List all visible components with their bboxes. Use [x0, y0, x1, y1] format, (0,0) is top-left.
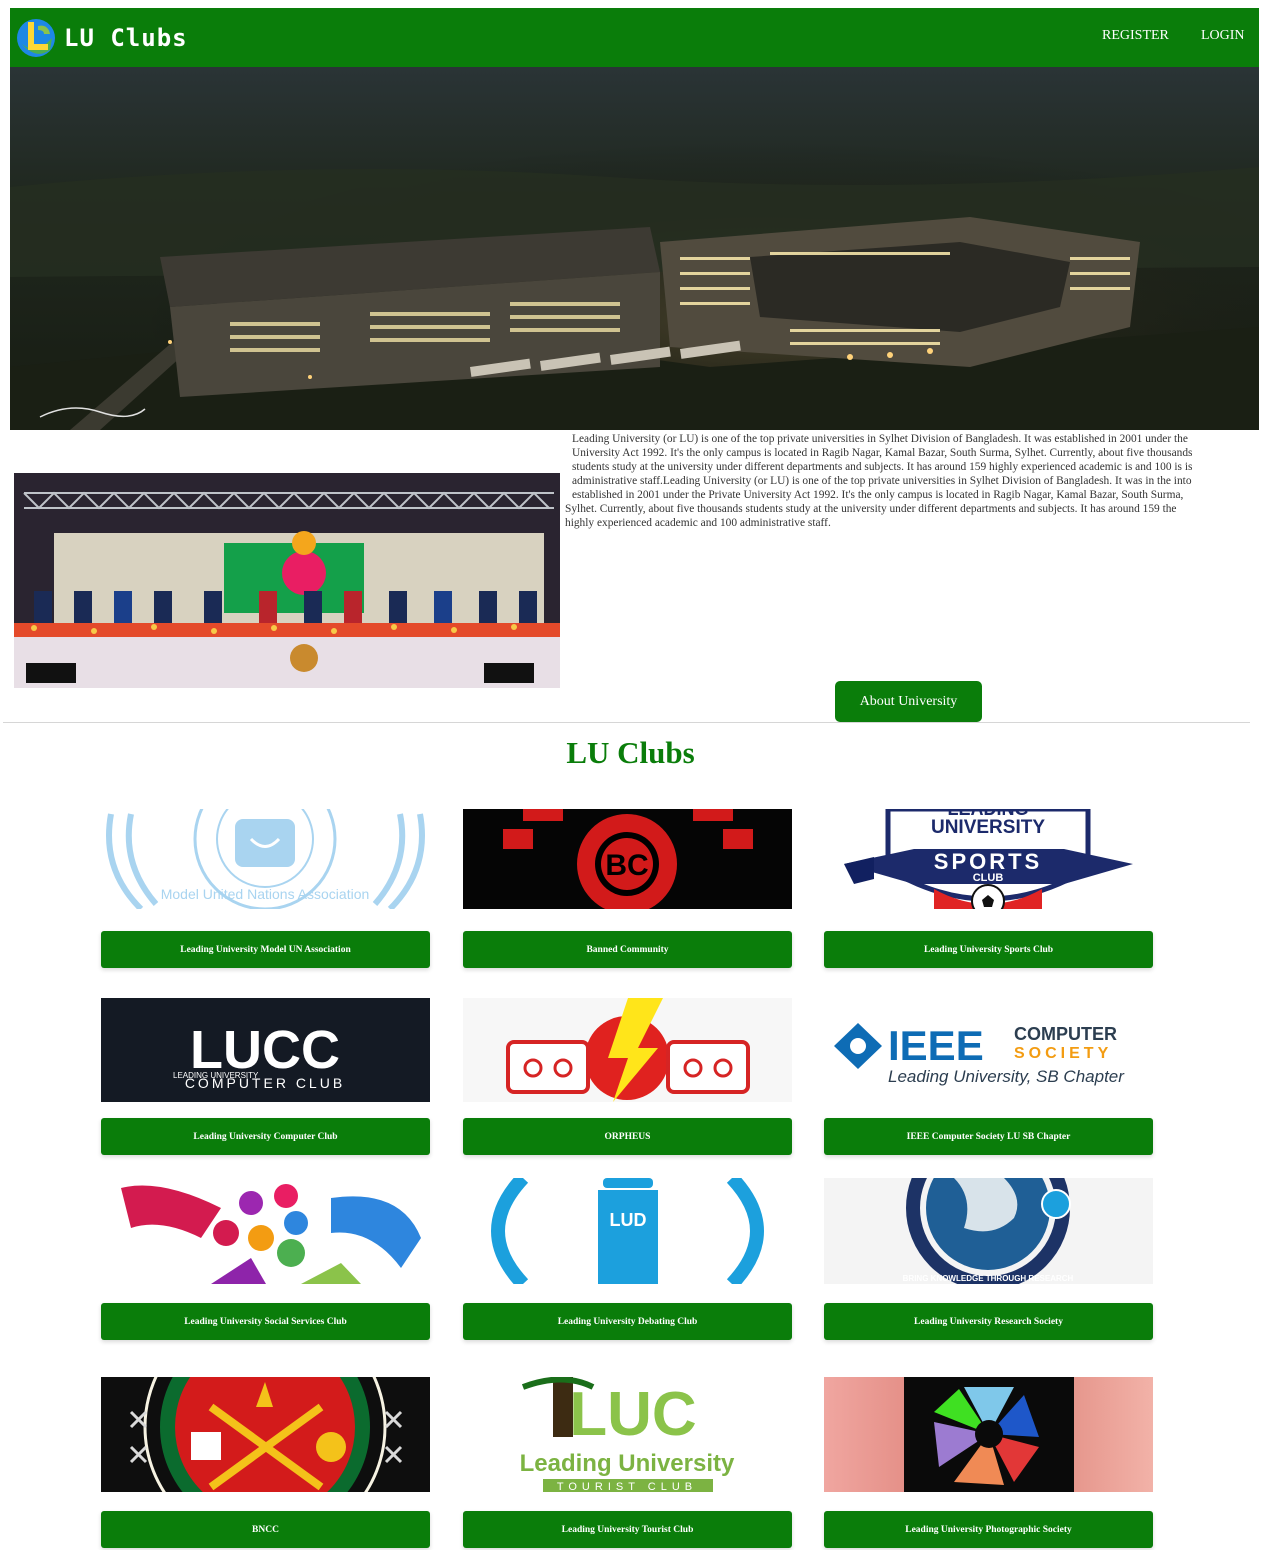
- orpheus-logo: [463, 998, 792, 1102]
- debate-logo-text: LUD: [610, 1210, 647, 1230]
- club-button-computer-club[interactable]: Leading University Computer Club: [101, 1118, 430, 1155]
- club-button-banned-community[interactable]: Banned Community: [463, 931, 792, 968]
- ieee-logo-text: IEEE: [888, 1022, 984, 1069]
- model-un-logo: Model United Nations Association: [101, 809, 430, 909]
- about-line: established in 2001 under the Private Un…: [572, 489, 1184, 501]
- debating-club-logo: LUD: [463, 1178, 792, 1284]
- club-button-debating-club[interactable]: Leading University Debating Club: [463, 1303, 792, 1340]
- about-line: administrative staff.Leading University …: [572, 475, 1192, 487]
- sports-club-logo: LEADING UNIVERSITY SPORTS CLUB: [824, 809, 1153, 909]
- banned-logo-text: BC: [605, 849, 648, 882]
- sports-logo-mid: UNIVERSITY: [931, 817, 1045, 838]
- about-line: students study at the university under d…: [572, 461, 1193, 473]
- banned-community-logo: BC: [463, 809, 792, 909]
- about-line: Leading University (or LU) is one of the…: [572, 433, 1188, 445]
- club-button-ieee-cs[interactable]: IEEE Computer Society LU SB Chapter: [824, 1118, 1153, 1155]
- tourist-logo-small: TOURIST CLUB: [557, 1481, 697, 1492]
- social-services-logo: [101, 1178, 430, 1284]
- brand-name: LU Clubs: [64, 24, 188, 52]
- research-society-logo: BRING KNOWLEDGE THROUGH RESEARCH: [824, 1178, 1153, 1284]
- ieee-cs-logo: IEEE COMPUTER SOCIETY Leading University…: [824, 998, 1153, 1102]
- photographic-society-logo: [824, 1377, 1153, 1492]
- ieee-logo-computer: COMPUTER: [1014, 1024, 1117, 1044]
- login-link[interactable]: LOGIN: [1201, 28, 1245, 44]
- club-button-social-services[interactable]: Leading University Social Services Club: [101, 1303, 430, 1340]
- tourist-club-logo: LUC Leading University TOURIST CLUB: [463, 1377, 792, 1492]
- club-button-bncc[interactable]: BNCC: [101, 1511, 430, 1548]
- about-university-button[interactable]: About University: [835, 681, 982, 722]
- club-button-tourist-club[interactable]: Leading University Tourist Club: [463, 1511, 792, 1548]
- tourist-logo-mark: LUC: [569, 1380, 696, 1449]
- computer-club-logo: LUCC LEADING UNIVERSITY COMPUTER CLUB: [101, 998, 430, 1102]
- about-line: University Act 1992. It's the only campu…: [572, 447, 1193, 459]
- ieee-logo-chapter: Leading University, SB Chapter: [888, 1067, 1125, 1086]
- register-link[interactable]: REGISTER: [1102, 28, 1169, 44]
- brand[interactable]: LU Clubs: [14, 16, 188, 60]
- tourist-logo-big: Leading University: [520, 1450, 735, 1477]
- lu-logo-icon: [17, 19, 55, 57]
- lucc-logo-sub: COMPUTER CLUB: [185, 1075, 345, 1091]
- bncc-logo: [101, 1377, 430, 1492]
- about-line: Sylhet. Currently, about five thousands …: [565, 503, 1177, 515]
- club-button-model-un[interactable]: Leading University Model UN Association: [101, 931, 430, 968]
- club-button-photographic-society[interactable]: Leading University Photographic Society: [824, 1511, 1153, 1548]
- club-button-sports-club[interactable]: Leading University Sports Club: [824, 931, 1153, 968]
- sports-logo-club: CLUB: [973, 872, 1004, 884]
- section-divider: [3, 722, 1250, 723]
- about-paragraph: Leading University (or LU) is one of the…: [565, 432, 1260, 530]
- convocation-image: [14, 473, 560, 688]
- clubs-section-title: LU Clubs: [566, 735, 695, 770]
- top-navbar: LU Clubs REGISTER LOGIN: [10, 8, 1259, 67]
- club-button-research-society[interactable]: Leading University Research Society: [824, 1303, 1153, 1340]
- sports-logo-ribbon: SPORTS: [934, 849, 1042, 874]
- model-un-logo-text: Model United Nations Association: [161, 886, 370, 902]
- about-line: highly experienced academic and 100 admi…: [565, 517, 831, 529]
- hero-campus-image: [10, 67, 1259, 430]
- ieee-logo-society: SOCIETY: [1014, 1045, 1112, 1062]
- club-button-orpheus[interactable]: ORPHEUS: [463, 1118, 792, 1155]
- research-logo-ring: BRING KNOWLEDGE THROUGH RESEARCH: [903, 1274, 1074, 1283]
